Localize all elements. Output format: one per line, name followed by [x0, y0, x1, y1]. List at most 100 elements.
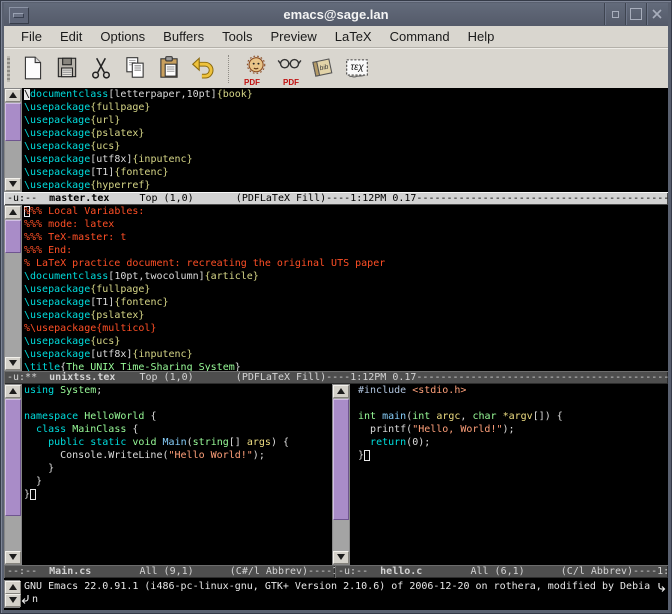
scroll-down-button[interactable] — [5, 357, 21, 370]
scrollbar[interactable] — [4, 384, 22, 565]
scrollbar-thumb[interactable] — [5, 220, 21, 253]
scroll-up-button[interactable] — [5, 89, 21, 102]
preview-latex-button[interactable]: τεχ — [343, 53, 371, 85]
modeline-master-tex[interactable]: -u:-- master.tex Top (1,0) (PDFLaTeX Fil… — [4, 192, 668, 205]
bibtex-icon: bib — [310, 55, 336, 81]
close-button[interactable] — [646, 3, 667, 25]
menu-edit[interactable]: Edit — [51, 27, 91, 46]
new-file-button[interactable] — [19, 53, 47, 85]
scrollbar-track[interactable] — [333, 398, 349, 551]
modeline-unixtss-tex[interactable]: -u:** unixtss.tex Top (1,0) (PDFLaTeX Fi… — [4, 371, 668, 384]
scrollbar-track[interactable] — [5, 398, 21, 551]
new-file-icon — [20, 55, 46, 81]
code-line — [24, 397, 330, 410]
buffer-text-hello-c[interactable]: #include <stdio.h>int main(int argc, cha… — [358, 384, 668, 565]
code-line: } — [358, 449, 668, 462]
cut-icon — [88, 55, 114, 81]
scrollbar-track[interactable] — [5, 102, 21, 178]
line-continuation-icon — [21, 594, 30, 605]
copy-icon — [122, 55, 148, 81]
code-line: \documentclass[letterpaper,10pt]{book} — [24, 88, 668, 101]
window-main-cs: using System;namespace HelloWorld { clas… — [4, 384, 332, 565]
toolbar-grip[interactable] — [7, 56, 10, 82]
save-icon — [54, 55, 80, 81]
scroll-up-button[interactable] — [5, 206, 21, 219]
minibuffer[interactable]: GNU Emacs 22.0.91.1 (i486-pc-linux-gnu, … — [4, 578, 668, 610]
code-line: class MainClass { — [24, 423, 330, 436]
menu-file[interactable]: File — [12, 27, 51, 46]
arrow-down-icon — [337, 554, 345, 560]
code-line: \usepackage{fullpage} — [24, 101, 668, 114]
modeline-main-cs[interactable]: --:-- Main.cs All (9,1) (C#/l Abbrev)---… — [4, 565, 335, 578]
buffer-text-main-cs[interactable]: using System;namespace HelloWorld { clas… — [24, 384, 330, 565]
scroll-up-button[interactable] — [5, 385, 21, 398]
save-button[interactable] — [53, 53, 81, 85]
window-menu-button[interactable] — [9, 7, 29, 24]
code-line: %%% Local Variables: — [24, 205, 668, 218]
arrow-down-icon — [9, 554, 17, 560]
code-line: % LaTeX practice document: recreating th… — [24, 257, 668, 270]
menu-command[interactable]: Command — [381, 27, 459, 46]
titlebar[interactable]: emacs@sage.lan — [4, 3, 668, 27]
scroll-up-button[interactable] — [333, 385, 349, 398]
maximize-button[interactable] — [625, 3, 646, 25]
code-line: \usepackage{url} — [24, 114, 668, 127]
scroll-down-button[interactable] — [5, 178, 21, 191]
svg-text:τεχ: τεχ — [351, 62, 365, 73]
code-line: } — [24, 475, 330, 488]
arrow-down-icon — [9, 597, 17, 603]
shade-button[interactable] — [604, 3, 625, 25]
scroll-down-button[interactable] — [5, 594, 21, 607]
menu-tools[interactable]: Tools — [213, 27, 261, 46]
bibtex-button[interactable]: bib — [309, 53, 337, 85]
buffer-text-unixtss-tex[interactable]: %%% Local Variables: %%% mode: latex%%% … — [24, 205, 668, 371]
toolbar-separator — [228, 55, 230, 83]
view-pdf-button[interactable]: PDF — [275, 53, 303, 85]
code-line: printf("Hello, World!"); — [358, 423, 668, 436]
window-unixtss-tex: %%% Local Variables: %%% mode: latex%%% … — [4, 205, 668, 371]
paste-button[interactable] — [155, 53, 183, 85]
scrollbar-thumb[interactable] — [333, 399, 349, 520]
menu-buffers[interactable]: Buffers — [154, 27, 213, 46]
undo-button[interactable] — [189, 53, 217, 85]
copy-button[interactable] — [121, 53, 149, 85]
code-line: using System; — [24, 384, 330, 397]
arrow-up-icon — [9, 388, 17, 394]
arrow-up-icon — [337, 388, 345, 394]
scrollbar[interactable] — [332, 384, 350, 565]
scroll-down-button[interactable] — [333, 551, 349, 564]
echo-line-1: GNU Emacs 22.0.91.1 (i486-pc-linux-gnu, … — [24, 580, 650, 593]
code-line: %%% TeX-master: t — [24, 231, 668, 244]
scrollbar[interactable] — [4, 205, 22, 371]
scroll-down-button[interactable] — [5, 551, 21, 564]
window-title: emacs@sage.lan — [4, 3, 668, 26]
window-menu-icon — [13, 13, 24, 18]
menu-help[interactable]: Help — [459, 27, 504, 46]
menu-preview[interactable]: Preview — [261, 27, 325, 46]
arrow-up-icon — [9, 92, 17, 98]
menu-latex[interactable]: LaTeX — [326, 27, 381, 46]
code-line: \usepackage{ucs} — [24, 335, 668, 348]
latex-to-pdf-button[interactable]: PDF — [241, 53, 269, 85]
scrollbar[interactable] — [4, 88, 22, 192]
code-line: %%% End: — [24, 244, 668, 257]
code-line: } — [24, 488, 330, 501]
pdf-label: PDF — [283, 78, 299, 87]
maximize-icon — [630, 8, 642, 20]
scrollbar-thumb[interactable] — [5, 399, 21, 516]
scroll-up-button[interactable] — [5, 581, 21, 594]
line-continuation-icon — [657, 582, 666, 593]
emacs-frame: emacs@sage.lan File Edit Options Buffers… — [0, 0, 672, 614]
code-line: %%% mode: latex — [24, 218, 668, 231]
cut-button[interactable] — [87, 53, 115, 85]
code-line: \usepackage{fullpage} — [24, 283, 668, 296]
modeline-hello-c[interactable]: -u:-- hello.c All (6,1) (C/l Abbrev)----… — [335, 565, 668, 578]
emacs-editing-area: \documentclass[letterpaper,10pt]{book}\u… — [4, 88, 668, 610]
window-controls — [604, 3, 667, 26]
buffer-text-master-tex[interactable]: \documentclass[letterpaper,10pt]{book}\u… — [24, 88, 668, 192]
scrollbar-thumb[interactable] — [5, 103, 21, 141]
scrollbar-track[interactable] — [5, 219, 21, 357]
menu-options[interactable]: Options — [91, 27, 154, 46]
close-icon — [651, 8, 663, 20]
minibuffer-scrollbar[interactable] — [4, 580, 20, 608]
